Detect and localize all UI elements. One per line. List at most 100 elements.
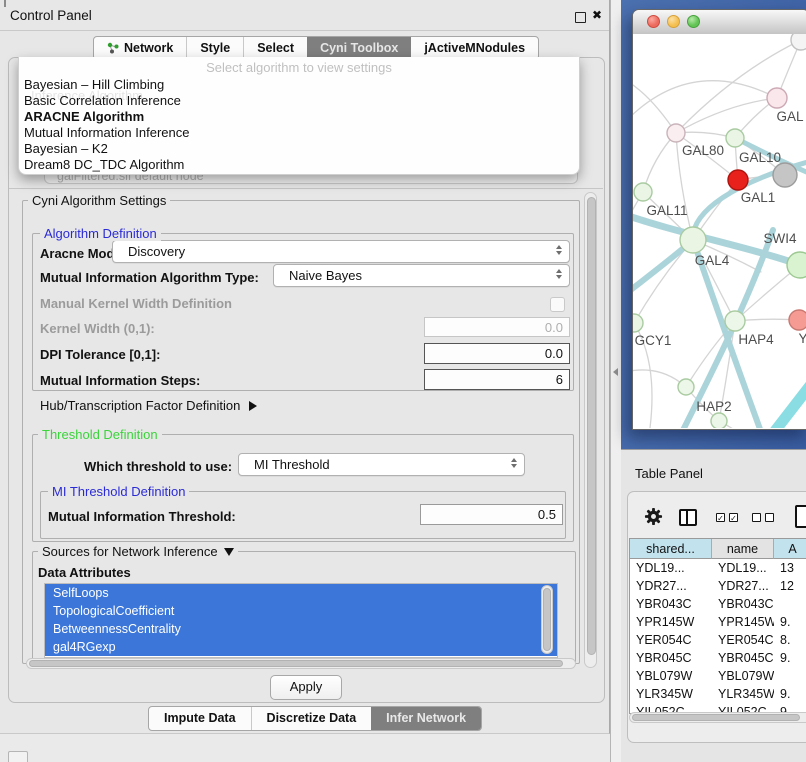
network-node-node-bottom[interactable] <box>711 413 727 428</box>
attributes-scrollbar[interactable] <box>541 585 553 654</box>
table-row[interactable]: YPR145WYPR145W9. <box>630 613 806 631</box>
attributes-scrollbar-thumb[interactable] <box>543 588 551 651</box>
unchecked-columns-icon[interactable] <box>752 513 774 522</box>
algorithm-option-bayesian-k2[interactable]: Bayesian – K2 <box>19 141 579 157</box>
table-row[interactable]: YLR345WYLR345W9. <box>630 685 806 703</box>
attribute-item-selfloops[interactable]: SelfLoops <box>45 584 557 602</box>
attribute-item-topologicalcoefficient[interactable]: TopologicalCoefficient <box>45 602 557 620</box>
minimize-traffic-light[interactable] <box>667 15 680 28</box>
table-row[interactable]: YBL079WYBL079W <box>630 667 806 685</box>
network-node-y[interactable] <box>789 310 806 330</box>
network-node-swi4[interactable] <box>787 252 806 278</box>
table-cell[interactable]: YPR145W <box>712 613 774 631</box>
zoom-traffic-light[interactable] <box>687 15 700 28</box>
table-cell[interactable]: 9. <box>774 613 806 631</box>
kernel-width-field[interactable]: 0.0 <box>424 317 570 337</box>
dpi-tolerance-field[interactable]: 0.0 <box>424 343 570 364</box>
columns-icon[interactable] <box>679 509 697 526</box>
settings-scrollbar-thumb[interactable] <box>587 197 596 655</box>
table-cell[interactable]: YDR27... <box>712 577 774 595</box>
table-cell[interactable]: YDL19... <box>630 559 712 577</box>
table-row[interactable]: YDL19...YDL19...13 <box>630 559 806 577</box>
attribute-item-betweennesscentrality[interactable]: BetweennessCentrality <box>45 620 557 638</box>
document-icon[interactable] <box>795 505 806 528</box>
gear-icon[interactable] <box>644 507 663 526</box>
float-window-icon[interactable] <box>575 12 586 23</box>
network-node-node-top[interactable] <box>791 34 806 50</box>
table-cell[interactable]: 9. <box>774 649 806 667</box>
table-cell[interactable]: YDR27... <box>630 577 712 595</box>
bottom-tab-infer-network[interactable]: Infer Network <box>371 707 481 730</box>
column-header-shared[interactable]: shared... <box>630 539 712 559</box>
network-node-gal11[interactable] <box>634 183 652 201</box>
table-cell[interactable]: 12 <box>774 577 806 595</box>
manual-kernel-checkbox[interactable] <box>550 297 565 312</box>
close-icon[interactable]: ✖ <box>592 8 602 22</box>
apply-button[interactable]: Apply <box>270 675 342 700</box>
mi-steps-field[interactable]: 6 <box>424 369 570 390</box>
network-node-gal[interactable] <box>767 88 787 108</box>
table-cell[interactable]: 9. <box>774 685 806 703</box>
algorithm-option-basic-correlation-inference[interactable]: Basic Correlation Inference <box>19 93 579 109</box>
table-hscrollbar-thumb[interactable] <box>632 714 800 721</box>
algorithm-option-mutual-information-inference[interactable]: Mutual Information Inference <box>19 125 579 141</box>
table-row[interactable]: YBR043CYBR043C <box>630 595 806 613</box>
mi-threshold-field[interactable]: 0.5 <box>420 504 563 525</box>
bottom-tab-impute-data[interactable]: Impute Data <box>149 707 251 730</box>
algorithm-option-bayesian-hill-climbing[interactable]: Bayesian – Hill Climbing <box>19 77 579 93</box>
table-cell[interactable]: YLR345W <box>630 685 712 703</box>
splitter-grip-icon[interactable] <box>613 368 618 376</box>
attribute-item-gal4rgexp[interactable]: gal4RGexp <box>45 638 557 656</box>
network-node-gray-node[interactable] <box>773 163 797 187</box>
tab-cyni-toolbox[interactable]: Cyni Toolbox <box>307 37 411 59</box>
table-cell[interactable]: YBL079W <box>630 667 712 685</box>
table-cell[interactable]: YBR045C <box>712 649 774 667</box>
hub-definition-toggle[interactable]: Hub/Transcription Factor Definition <box>40 398 257 413</box>
network-node-gal1[interactable] <box>728 170 748 190</box>
table-row[interactable]: YBR045CYBR045C9. <box>630 649 806 667</box>
bottom-tab-discretize-data[interactable]: Discretize Data <box>251 707 372 730</box>
sources-hscrollbar-thumb[interactable] <box>29 660 563 667</box>
table-cell[interactable]: 13 <box>774 559 806 577</box>
sources-hscrollbar[interactable] <box>26 658 576 669</box>
table-cell[interactable]: YER054C <box>630 631 712 649</box>
which-threshold-select[interactable]: MI Threshold <box>238 453 525 476</box>
algorithm-option-dream8-dc-tdc-algorithm[interactable]: Dream8 DC_TDC Algorithm <box>19 157 579 173</box>
tab-jactivemnodules[interactable]: jActiveMNodules <box>411 37 538 59</box>
network-node-gal4[interactable] <box>680 227 706 253</box>
settings-scrollbar[interactable] <box>584 192 597 668</box>
table-cell[interactable] <box>774 595 806 613</box>
data-attributes-list[interactable]: SelfLoopsTopologicalCoefficientBetweenne… <box>44 583 558 658</box>
sources-group-title[interactable]: Sources for Network Inference <box>38 544 238 559</box>
table-hscrollbar[interactable] <box>629 712 806 723</box>
table-cell[interactable]: YBL079W <box>712 667 774 685</box>
network-view-window[interactable]: GALGAL80GAL10GAL1GAL11GAL4SWI4GCY1HAP4YH… <box>632 9 806 430</box>
tab-style[interactable]: Style <box>186 37 243 59</box>
bottom-left-widget[interactable] <box>8 751 28 762</box>
table-cell[interactable]: YBR043C <box>630 595 712 613</box>
table-row[interactable]: YER054CYER054C8. <box>630 631 806 649</box>
checked-columns-icon[interactable]: ✓✓ <box>716 513 738 522</box>
close-traffic-light[interactable] <box>647 15 660 28</box>
table-cell[interactable]: YDL19... <box>712 559 774 577</box>
network-canvas[interactable]: GALGAL80GAL10GAL1GAL11GAL4SWI4GCY1HAP4YH… <box>633 34 806 428</box>
table-cell[interactable]: YLR345W <box>712 685 774 703</box>
table-cell[interactable]: 8. <box>774 631 806 649</box>
network-node-gal80[interactable] <box>667 124 685 142</box>
tab-network[interactable]: Network <box>94 37 186 59</box>
column-header-a[interactable]: A <box>774 539 806 559</box>
aracne-mode-select[interactable]: Discovery <box>112 240 570 263</box>
column-header-name[interactable]: name <box>712 539 774 559</box>
mi-type-select[interactable]: Naive Bayes <box>273 264 570 287</box>
table-cell[interactable] <box>774 667 806 685</box>
table-cell[interactable]: YBR045C <box>630 649 712 667</box>
algorithm-option-aracne-algorithm[interactable]: ARACNE Algorithm <box>19 109 579 125</box>
tab-select[interactable]: Select <box>243 37 307 59</box>
table-cell[interactable]: YBR043C <box>712 595 774 613</box>
table-cell[interactable]: YER054C <box>712 631 774 649</box>
network-node-gcy1[interactable] <box>633 314 643 332</box>
network-node-hap2[interactable] <box>678 379 694 395</box>
table-row[interactable]: YDR27...YDR27...12 <box>630 577 806 595</box>
table-cell[interactable]: YPR145W <box>630 613 712 631</box>
network-window-titlebar[interactable] <box>633 10 806 35</box>
